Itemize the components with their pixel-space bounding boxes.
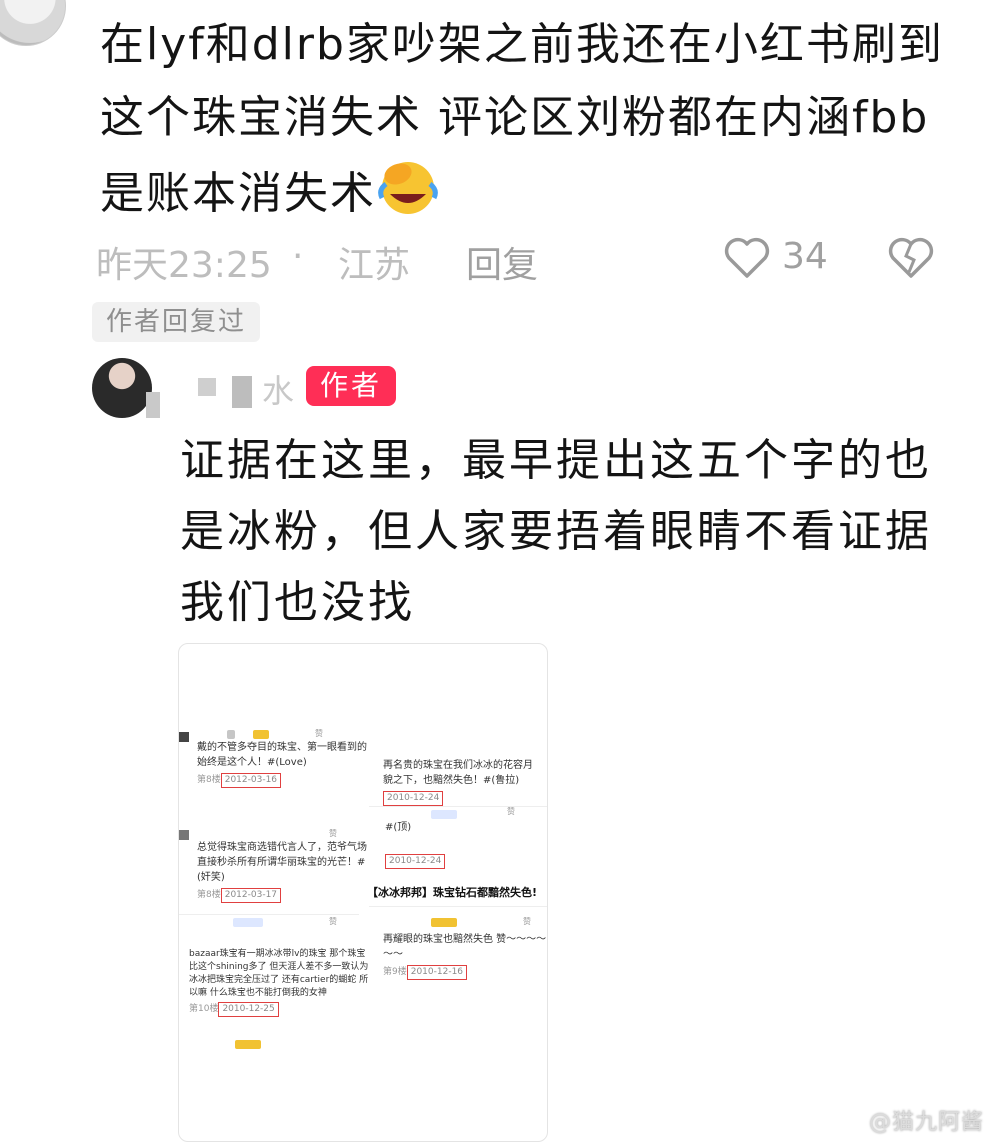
level-badge [235,1040,261,1049]
like-label: 赞 [507,807,515,816]
laughing-crying-emoji-icon [378,162,438,214]
date-highlight: 2012-03-16 [220,773,282,788]
blurred-avatar [179,830,189,840]
evidence-screenshot[interactable]: 赞 戴的不管多夺目的珠宝、第一眼看到的始终是这个人！#(Love) 第8楼 201… [178,643,548,1142]
date-highlight: 2010-12-24 [385,854,446,869]
post-item: 再耀眼的珠宝也黯然失色 赞～～～～～～ 第9楼 2010-12-16 [383,932,547,980]
like-label: 赞 [315,729,323,738]
date-highlight: 2012-03-17 [220,888,282,903]
thread-headline: 【冰冰邦邦】珠宝钻石都黯然失色! [367,886,538,899]
comment-text: 在lyf和dlrb家吵架之前我还在小红书刷到这个珠宝消失术 评论区刘粉都在内涵f… [100,19,944,219]
comment-meta: 昨天23:25 · 江苏 回复 34 [96,232,952,288]
date-highlight: 2010-12-16 [406,965,468,980]
divider [369,806,547,807]
date-highlight: 2010-12-24 [383,791,444,806]
like-label: 赞 [329,917,337,926]
commenter-avatar[interactable] [0,0,66,46]
post-item: 再名贵的珠宝在我们冰冰的花容月貌之下，也黯然失色！#(鲁拉) 2010-12-2… [383,758,533,806]
meta-separator: · [292,236,304,277]
post-item: #(顶) 2010-12-24 [385,820,535,869]
broken-heart-icon[interactable] [886,232,936,282]
author-replied-tag: 作者回复过 [92,302,261,342]
tag-badge [431,810,457,819]
divider [369,906,547,907]
reply-text: 证据在这里，最早提出这五个字的也是冰粉，但人家要捂着眼睛不看证据我们也没找 [180,435,932,628]
divider [179,914,359,915]
heart-icon[interactable] [722,232,772,282]
post-item: 戴的不管多夺目的珠宝、第一眼看到的始终是这个人！#(Love) 第8楼 2012-… [197,740,367,788]
like-label: 赞 [523,917,531,926]
blurred-name [227,730,235,739]
level-badge [431,918,457,927]
comment-location: 江苏 [338,245,411,286]
avatar-mosaic [146,392,160,418]
like-count: 34 [782,236,828,277]
reply-avatar[interactable] [92,358,152,418]
like-label: 赞 [329,829,337,838]
tag-badge [233,918,263,927]
post-item: bazaar珠宝有一期冰冰带lv的珠宝 那个珠宝比这个shining多了 但天涯… [189,948,369,1017]
reply-username[interactable]: 水 [196,366,296,410]
blurred-avatar [179,732,189,742]
post-item: 总觉得珠宝商选错代言人了，范爷气场直接秒杀所有所谓华丽珠宝的光芒！#(奸笑) 第… [197,840,367,903]
reply-button[interactable]: 回复 [466,236,538,288]
weibo-watermark: @猫九阿酱 [868,1110,984,1135]
level-badge [253,730,269,739]
comment-body: 在lyf和dlrb家吵架之前我还在小红书刷到这个珠宝消失术 评论区刘粉都在内涵f… [100,8,960,230]
comment-time: 昨天23:25 [96,245,272,286]
date-highlight: 2010-12-25 [218,1002,279,1017]
author-badge: 作者 [306,366,397,406]
